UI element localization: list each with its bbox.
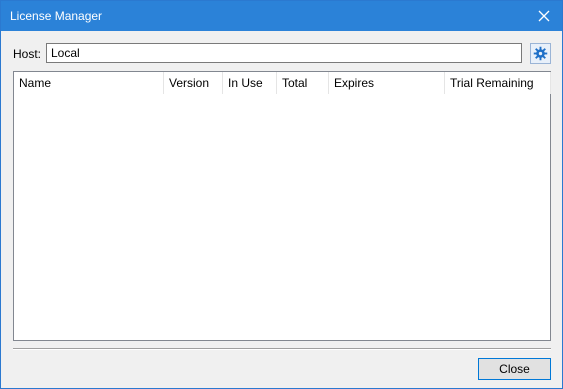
- list-header: Name Version In Use Total Expires Trial …: [14, 72, 551, 94]
- title-bar[interactable]: License Manager: [1, 1, 562, 31]
- license-manager-window: License Manager Host: Local Name Version…: [0, 0, 563, 389]
- column-header-total[interactable]: Total: [277, 72, 329, 94]
- window-close-button[interactable]: [526, 1, 562, 31]
- host-input[interactable]: Local: [46, 43, 522, 63]
- column-header-in-use[interactable]: In Use: [223, 72, 277, 94]
- license-list[interactable]: Name Version In Use Total Expires Trial …: [13, 71, 551, 341]
- column-header-name[interactable]: Name: [14, 72, 164, 94]
- footer-divider: [13, 348, 551, 350]
- window-title: License Manager: [10, 9, 103, 23]
- close-icon: [538, 10, 550, 22]
- host-settings-button[interactable]: [530, 43, 551, 64]
- column-header-version[interactable]: Version: [164, 72, 223, 94]
- gear-icon: [533, 46, 548, 61]
- column-header-expires[interactable]: Expires: [329, 72, 445, 94]
- close-button[interactable]: Close: [478, 358, 551, 380]
- column-header-trial-remaining[interactable]: Trial Remaining: [445, 72, 551, 94]
- host-label: Host:: [13, 47, 42, 61]
